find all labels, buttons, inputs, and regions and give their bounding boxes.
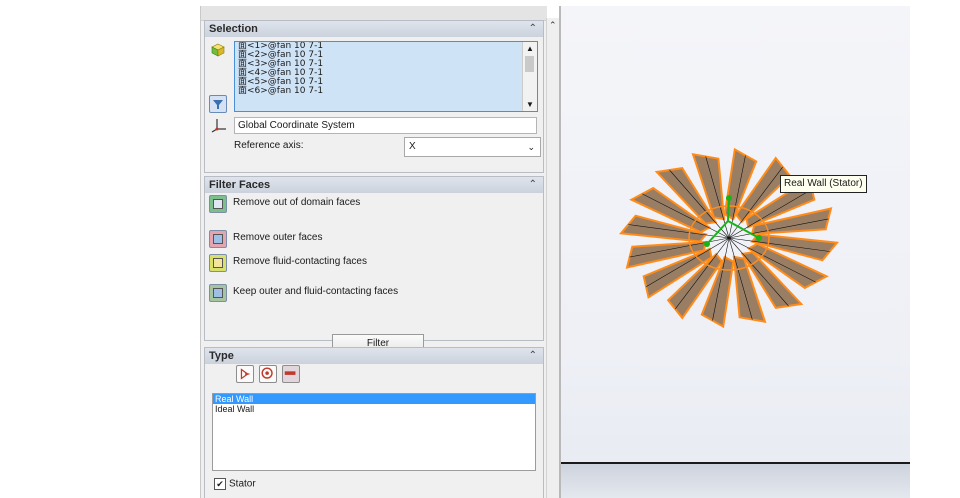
scroll-up-icon[interactable]: ⌃ <box>549 20 557 31</box>
list-scrollbar[interactable]: ▲ ▼ <box>522 42 537 111</box>
option-label: Remove out of domain faces <box>233 197 361 208</box>
hover-tooltip: Real Wall (Stator) <box>780 175 867 193</box>
filter-faces-title: Filter Faces <box>209 179 271 191</box>
type-group: Type ⌃ Real Wall Ideal Wall ✔ Stator <box>204 347 544 498</box>
fluid-contacting-icon[interactable] <box>209 254 227 272</box>
stator-checkbox[interactable]: ✔ Stator <box>214 478 256 490</box>
triad-axis <box>727 197 730 222</box>
triad-end <box>704 241 710 247</box>
type-header[interactable]: Type ⌃ <box>205 348 543 364</box>
panel-vertical-scrollbar[interactable]: ⌃ <box>546 18 559 498</box>
selection-title: Selection <box>209 23 258 35</box>
wall-type-list[interactable]: Real Wall Ideal Wall <box>212 393 536 471</box>
triad-end <box>756 235 762 241</box>
option-label: Remove fluid-contacting faces <box>233 256 367 267</box>
fan-model[interactable] <box>561 6 910 446</box>
triad-end <box>726 195 732 201</box>
out-of-domain-icon[interactable] <box>209 195 227 213</box>
scroll-thumb[interactable] <box>525 56 534 72</box>
checkbox-checked-icon[interactable]: ✔ <box>214 478 226 490</box>
filter-funnel-icon[interactable] <box>209 95 227 113</box>
right-margin <box>910 0 960 498</box>
wall-type-rotate-button[interactable] <box>259 365 277 383</box>
wall-type-surface-button[interactable] <box>282 365 300 383</box>
selected-faces-list[interactable]: 面<1>@fan 10 7-1 面<2>@fan 10 7-1 面<3>@fan… <box>234 41 538 112</box>
reference-axis-dropdown[interactable]: X ⌄ <box>404 137 541 157</box>
scroll-up-icon[interactable]: ▲ <box>526 44 534 53</box>
face-cube-icon <box>211 43 225 57</box>
collapse-chevron-icon[interactable]: ⌃ <box>529 177 537 193</box>
panel-top-strip <box>201 6 547 21</box>
keep-faces-icon[interactable] <box>209 284 227 302</box>
wall-type-arrow-button[interactable] <box>236 365 254 383</box>
graphics-viewport[interactable]: Real Wall (Stator) <box>561 6 910 498</box>
property-manager-panel: Selection ⌃ 面<1>@fan 10 7-1 面<2>@fan 10 … <box>200 6 547 498</box>
option-label: Keep outer and fluid-contacting faces <box>233 286 399 297</box>
reference-axis-value: X <box>409 141 416 152</box>
collapse-chevron-icon[interactable]: ⌃ <box>529 21 537 37</box>
list-item[interactable]: Real Wall <box>213 394 535 404</box>
type-title: Type <box>209 350 234 362</box>
stator-label: Stator <box>229 478 256 490</box>
outer-faces-icon[interactable] <box>209 230 227 248</box>
collapse-chevron-icon[interactable]: ⌃ <box>529 348 537 364</box>
chevron-down-icon[interactable]: ⌄ <box>527 138 535 156</box>
filter-faces-header[interactable]: Filter Faces ⌃ <box>205 177 543 193</box>
selection-header[interactable]: Selection ⌃ <box>205 21 543 37</box>
viewport-floor <box>561 464 910 498</box>
list-item[interactable]: 面<6>@fan 10 7-1 <box>235 87 537 96</box>
coordinate-axes-icon <box>211 119 226 133</box>
selection-group: Selection ⌃ 面<1>@fan 10 7-1 面<2>@fan 10 … <box>204 20 544 173</box>
option-label: Remove outer faces <box>233 232 323 243</box>
coordinate-system-field[interactable]: Global Coordinate System <box>234 117 537 134</box>
list-item[interactable]: Ideal Wall <box>213 404 535 414</box>
scroll-down-icon[interactable]: ▼ <box>526 100 534 109</box>
filter-faces-group: Filter Faces ⌃ Remove out of domain face… <box>204 176 544 354</box>
reference-axis-label: Reference axis: <box>234 140 304 151</box>
